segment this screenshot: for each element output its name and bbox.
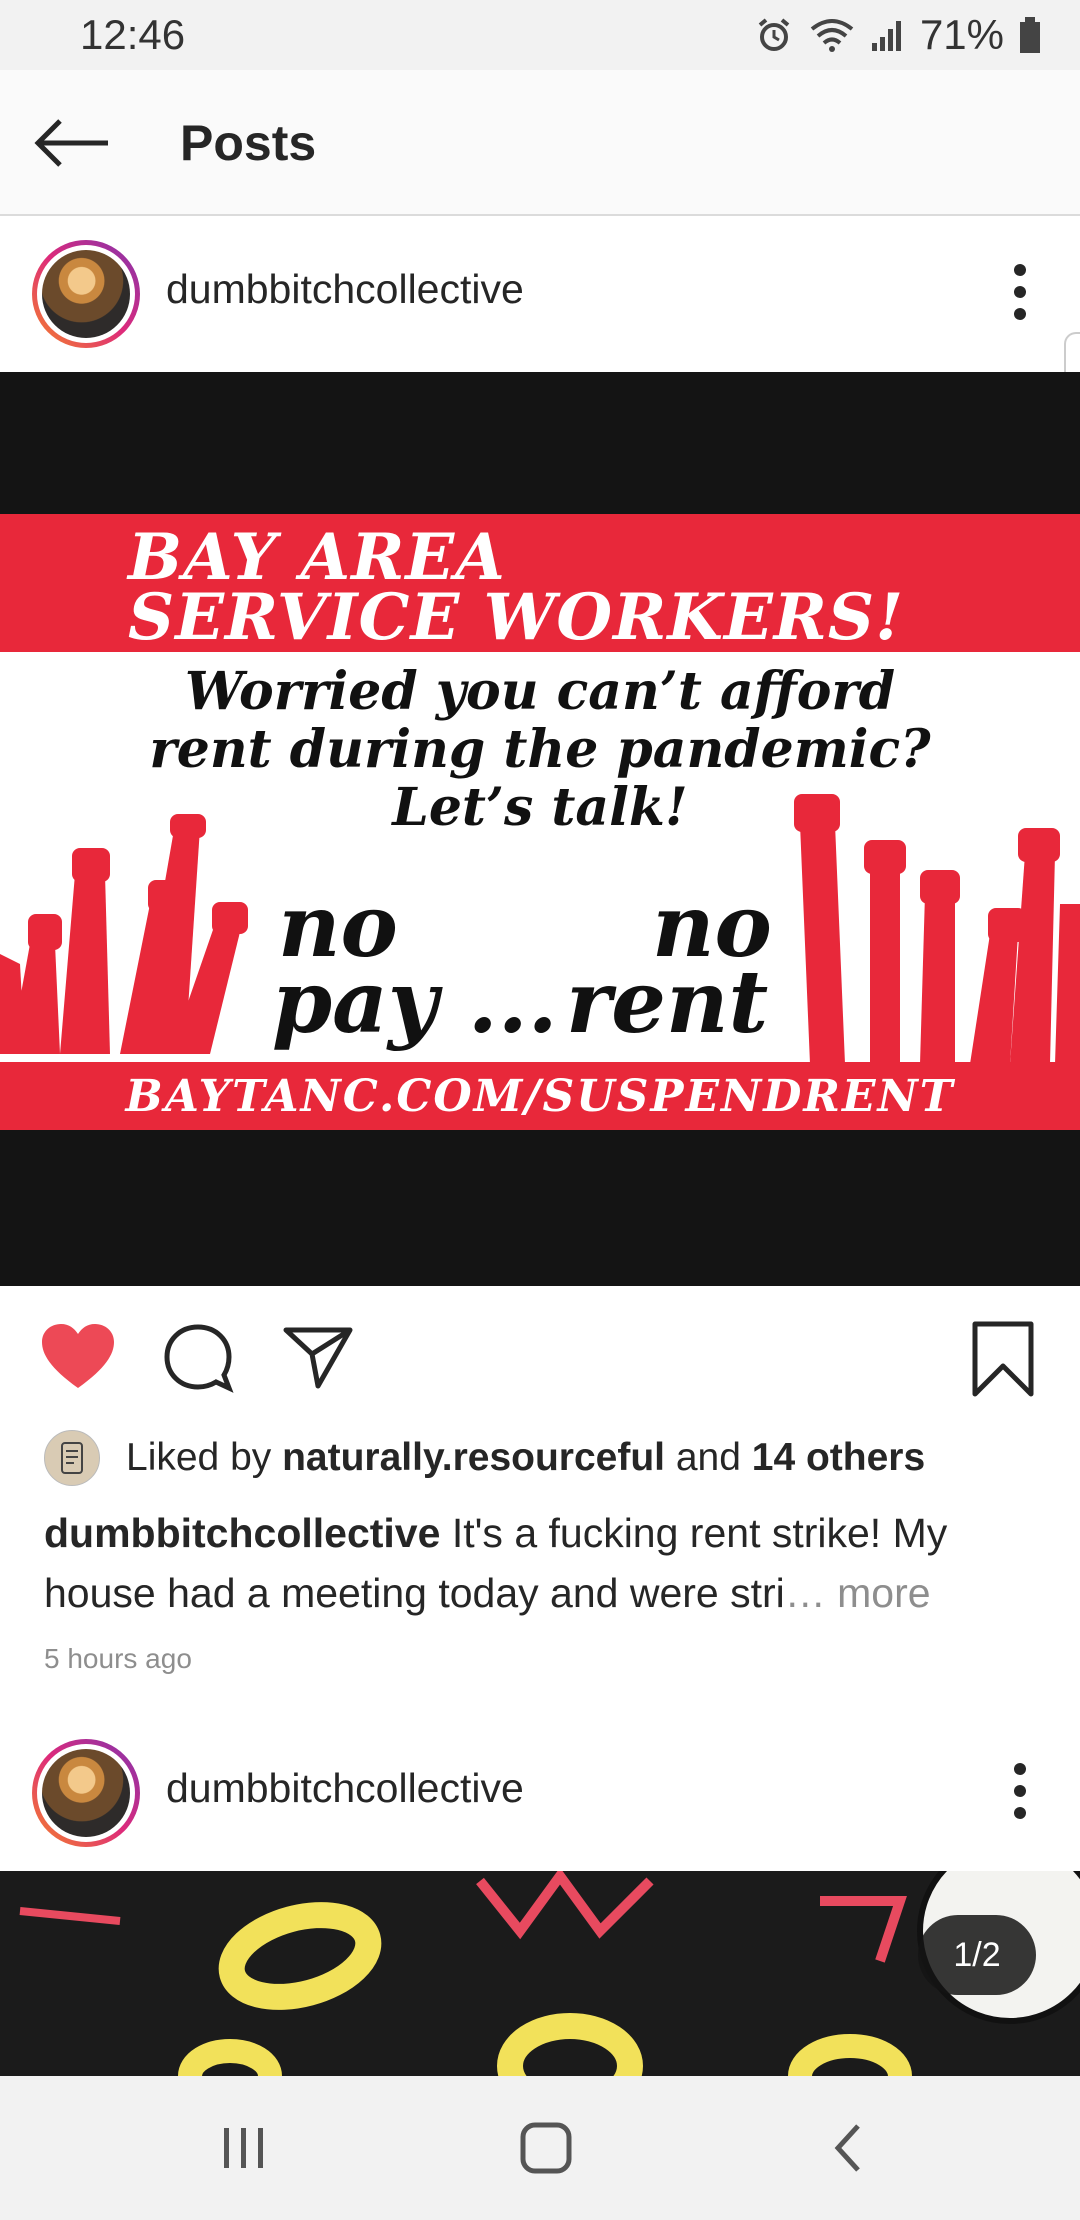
likes-others[interactable]: 14 others: [752, 1436, 925, 1479]
liker-avatar-icon: [61, 1442, 83, 1474]
post-username[interactable]: dumbbitchcollective: [166, 1765, 524, 1812]
status-time: 12:46: [80, 11, 186, 58]
more-vertical-icon[interactable]: [1008, 1757, 1032, 1827]
status-icons: 71%: [754, 11, 1042, 59]
signal-icon: [871, 21, 901, 51]
carousel-counter: 1/2: [918, 1915, 1036, 1995]
post-actions: [0, 1310, 1080, 1410]
back-icon[interactable]: [828, 2120, 868, 2176]
status-bar: 12:46 71%: [0, 0, 1080, 70]
wifi-icon: [810, 19, 854, 52]
recents-icon[interactable]: [218, 2122, 270, 2174]
post-image-2-art: [0, 1871, 1080, 2076]
post-caption: dumbbitchcollective It's a fucking rent …: [44, 1503, 1044, 1623]
app-bar: Posts: [0, 70, 1080, 216]
bookmark-icon[interactable]: [970, 1320, 1036, 1398]
post-image-2[interactable]: 1/2: [0, 1871, 1080, 2076]
comment-icon[interactable]: [162, 1322, 234, 1394]
rent-strike-poster: BAY AREA SERVICE WORKERS! Worried you ca…: [0, 514, 1080, 1130]
avatar[interactable]: [32, 1739, 140, 1847]
more-vertical-icon[interactable]: [1008, 258, 1032, 328]
share-icon[interactable]: [282, 1324, 354, 1390]
caption-username[interactable]: dumbbitchcollective: [44, 1510, 440, 1556]
home-icon[interactable]: [518, 2120, 574, 2176]
post-header: dumbbitchcollective: [0, 218, 1080, 368]
heart-icon[interactable]: [40, 1322, 116, 1392]
poster-line-3: Worried you can’t afford: [184, 661, 896, 722]
avatar[interactable]: [32, 240, 140, 348]
raised-fists-left: [0, 814, 248, 1054]
poster-line-2: SERVICE WORKERS!: [128, 580, 905, 655]
post-header-2: dumbbitchcollective: [0, 1717, 1080, 1867]
likes-prefix: Liked by: [126, 1436, 283, 1479]
page-title: Posts: [180, 115, 317, 171]
alarm-icon: [758, 18, 790, 51]
liker-avatar[interactable]: [44, 1430, 100, 1486]
poster-url: BAYTANC.COM/SUSPENDRENT: [0, 1062, 1080, 1130]
poster-rent: rent: [566, 952, 769, 1053]
poster-line-4: rent during the pandemic?: [149, 719, 931, 780]
likes-text: Liked by naturally.resourceful and 14 ot…: [126, 1436, 925, 1480]
battery-percent: 71%: [919, 11, 1004, 58]
post-timestamp: 5 hours ago: [44, 1643, 192, 1674]
battery-icon: [1020, 17, 1040, 53]
poster-pay: pay ...: [272, 952, 558, 1053]
likes-mid: and: [665, 1436, 752, 1479]
liker-username[interactable]: naturally.resourceful: [282, 1436, 665, 1479]
post-image[interactable]: BAY AREA SERVICE WORKERS! Worried you ca…: [0, 372, 1080, 1286]
system-nav-bar: [0, 2076, 1080, 2220]
back-arrow-icon[interactable]: [32, 118, 112, 168]
post-username[interactable]: dumbbitchcollective: [166, 266, 524, 313]
caption-more-link[interactable]: more: [826, 1570, 930, 1616]
likes-row[interactable]: Liked by naturally.resourceful and 14 ot…: [44, 1428, 925, 1488]
raised-fists-right: [794, 794, 1080, 1064]
caption-ellipsis: …: [784, 1570, 826, 1616]
